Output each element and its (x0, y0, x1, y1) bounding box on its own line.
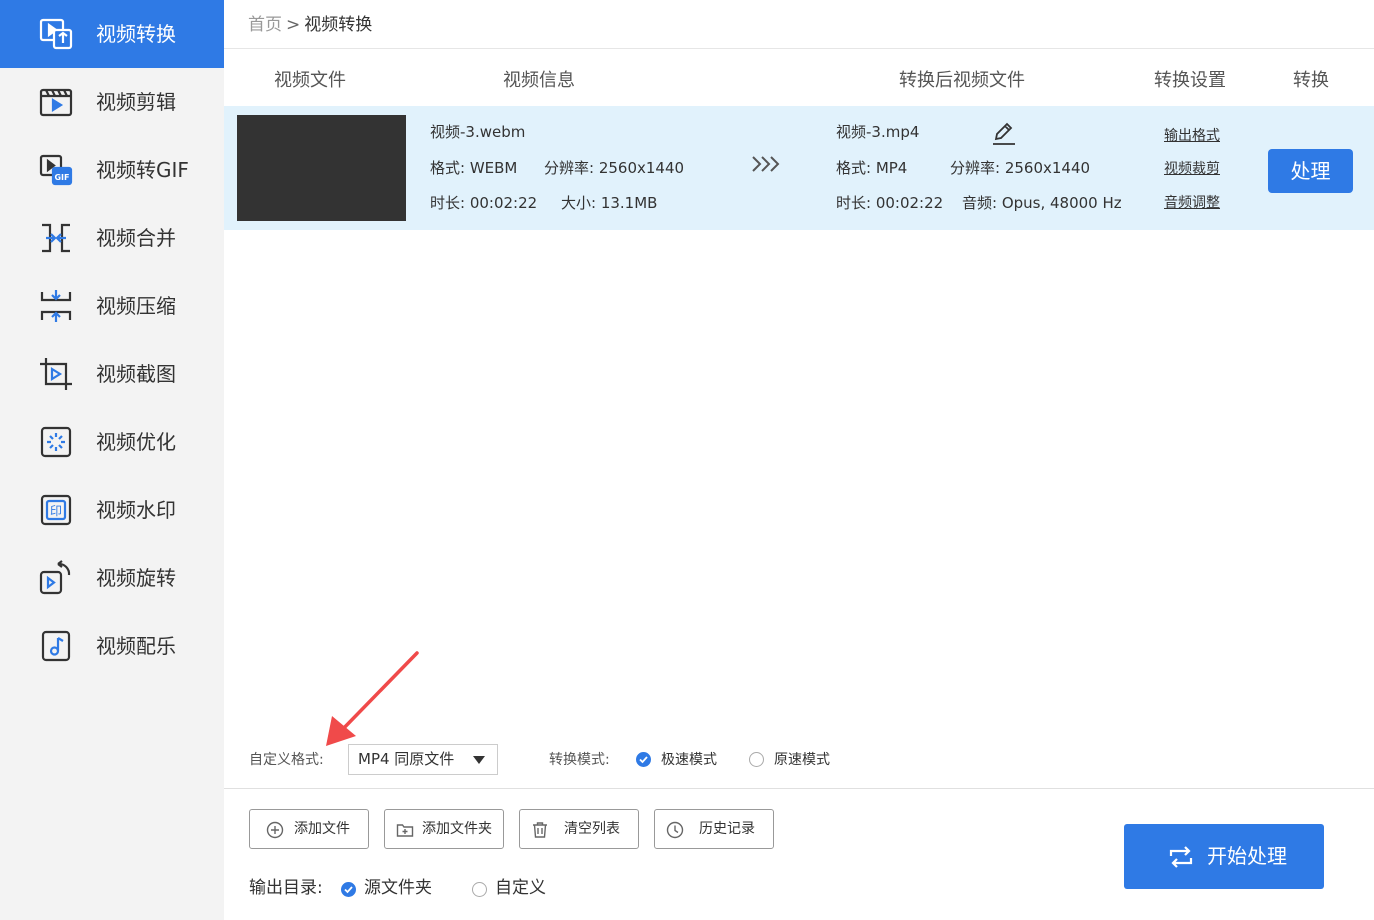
source-duration: 时长: 00:02:22 (430, 194, 538, 212)
convert-mode-label: 转换模式: (549, 752, 610, 768)
source-file-name: 视频-3.webm (430, 123, 526, 141)
format-select[interactable]: MP4 同原文件 (348, 744, 498, 775)
video-clip-icon (38, 84, 74, 120)
breadcrumb: 首页 > 视频转换 (248, 12, 372, 38)
folder-plus-icon (396, 821, 414, 839)
triple-chevron-right-icon (750, 154, 782, 174)
output-format: 格式: MP4 (836, 159, 908, 177)
video-rotate-icon (38, 560, 74, 596)
sidebar-item-label: 视频合并 (96, 226, 176, 250)
format-select-value: MP4 同原文件 (358, 750, 455, 768)
sidebar-item-video-watermark[interactable]: 印 视频水印 (0, 476, 224, 544)
column-header-info: 视频信息 (503, 70, 575, 91)
source-format: 格式: WEBM (430, 159, 518, 177)
svg-text:GIF: GIF (54, 173, 69, 182)
caret-down-icon (473, 756, 485, 764)
radio-custom-folder[interactable] (472, 882, 487, 897)
video-crop-link[interactable]: 视频裁剪 (1164, 159, 1220, 179)
sidebar-item-video-music[interactable]: 视频配乐 (0, 612, 224, 680)
video-music-icon (38, 628, 74, 664)
sidebar-item-label: 视频水印 (96, 498, 176, 522)
radio-source-folder-label[interactable]: 源文件夹 (364, 876, 432, 900)
audio-adjust-link[interactable]: 音频调整 (1164, 193, 1220, 213)
history-button[interactable]: 历史记录 (654, 809, 774, 849)
radio-fast-mode[interactable] (636, 752, 651, 767)
plus-circle-icon (266, 821, 284, 839)
add-file-label: 添加文件 (294, 821, 350, 837)
source-resolution: 分辨率: 2560x1440 (544, 159, 685, 177)
clear-list-button[interactable]: 清空列表 (519, 809, 639, 849)
sidebar-item-video-optimize[interactable]: 视频优化 (0, 408, 224, 476)
sidebar-item-label: 视频旋转 (96, 566, 176, 590)
video-optimize-icon (38, 424, 74, 460)
sidebar-item-video-clip[interactable]: 视频剪辑 (0, 68, 224, 136)
clock-icon (666, 821, 684, 839)
sidebar-item-video-rotate[interactable]: 视频旋转 (0, 544, 224, 612)
annotation-arrow (326, 651, 419, 746)
svg-text:印: 印 (50, 504, 62, 518)
chevron-right-icon: > (286, 15, 301, 35)
sidebar-item-label: 视频转换 (96, 22, 176, 46)
column-header-settings: 转换设置 (1154, 70, 1226, 91)
custom-format-label: 自定义格式: (249, 752, 324, 768)
radio-custom-folder-label[interactable]: 自定义 (495, 876, 546, 900)
breadcrumb-current: 视频转换 (304, 15, 373, 35)
sidebar-item-label: 视频优化 (96, 430, 176, 454)
video-convert-icon (38, 16, 74, 52)
radio-original-mode[interactable] (749, 752, 764, 767)
video-compress-icon (38, 288, 74, 324)
source-size: 大小: 13.1MB (561, 194, 658, 212)
table-row[interactable]: 视频-3.webm 格式: WEBM 分辨率: 2560x1440 时长: 00… (224, 106, 1374, 230)
divider (224, 48, 1374, 49)
add-file-button[interactable]: 添加文件 (249, 809, 369, 849)
sidebar-item-video-merge[interactable]: 视频合并 (0, 204, 224, 272)
radio-source-folder[interactable] (341, 882, 356, 897)
column-header-convert: 转换 (1293, 70, 1329, 91)
process-button[interactable]: 处理 (1268, 149, 1353, 193)
divider (224, 788, 1374, 789)
add-folder-label: 添加文件夹 (422, 821, 492, 837)
video-watermark-icon: 印 (38, 492, 74, 528)
output-file-name: 视频-3.mp4 (836, 123, 920, 141)
video-merge-icon (38, 220, 74, 256)
sidebar: 视频转换 视频剪辑 GIF 视频转GIF 视频合并 视频压缩 视频截图 视频优化… (0, 0, 224, 920)
clear-list-label: 清空列表 (564, 821, 620, 837)
edit-pencil-icon[interactable] (992, 120, 1016, 146)
video-screenshot-icon (38, 356, 74, 392)
sidebar-item-video-compress[interactable]: 视频压缩 (0, 272, 224, 340)
sidebar-item-video-convert[interactable]: 视频转换 (0, 0, 224, 68)
output-dir-label: 输出目录: (249, 878, 323, 898)
sidebar-item-label: 视频压缩 (96, 294, 176, 318)
sidebar-item-video-to-gif[interactable]: GIF 视频转GIF (0, 136, 224, 204)
sidebar-item-label: 视频转GIF (96, 158, 189, 182)
history-label: 历史记录 (699, 821, 755, 837)
output-resolution: 分辨率: 2560x1440 (950, 159, 1091, 177)
column-header-output: 转换后视频文件 (899, 70, 1025, 91)
repeat-icon (1168, 844, 1194, 870)
sidebar-item-label: 视频截图 (96, 362, 176, 386)
start-process-button[interactable]: 开始处理 (1124, 824, 1324, 889)
breadcrumb-home[interactable]: 首页 (248, 15, 282, 35)
column-header-file: 视频文件 (274, 70, 346, 91)
output-format-link[interactable]: 输出格式 (1164, 126, 1220, 146)
sidebar-item-label: 视频配乐 (96, 634, 176, 658)
sidebar-item-label: 视频剪辑 (96, 90, 176, 114)
start-process-label: 开始处理 (1207, 844, 1287, 868)
trash-icon (531, 821, 549, 839)
video-thumbnail (237, 115, 406, 221)
video-to-gif-icon: GIF (38, 152, 74, 188)
sidebar-item-video-screenshot[interactable]: 视频截图 (0, 340, 224, 408)
radio-original-mode-label[interactable]: 原速模式 (774, 750, 830, 770)
output-audio: 音频: Opus, 48000 Hz (962, 194, 1122, 212)
output-duration: 时长: 00:02:22 (836, 194, 944, 212)
add-folder-button[interactable]: 添加文件夹 (384, 809, 504, 849)
radio-fast-mode-label[interactable]: 极速模式 (661, 750, 717, 770)
